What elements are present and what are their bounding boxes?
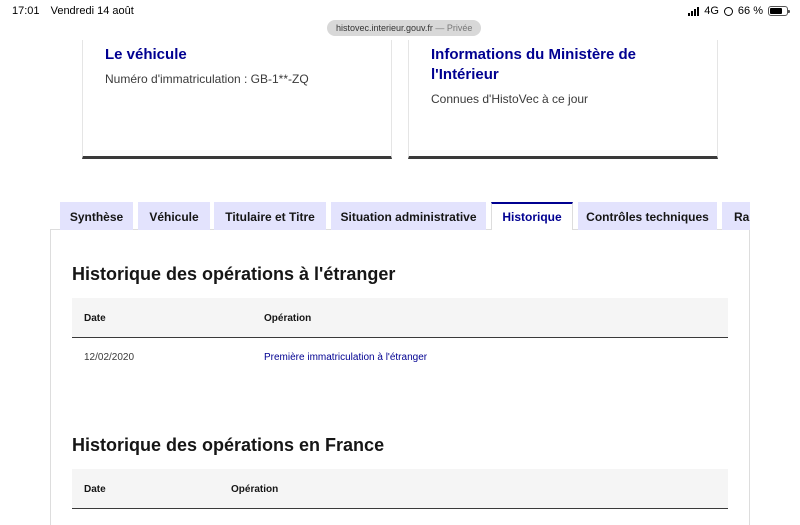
tab-synthese[interactable]: Synthèse [60, 202, 133, 230]
network-label: 4G [704, 5, 719, 17]
battery-percent: 66 % [737, 5, 763, 17]
battery-icon [768, 6, 790, 16]
status-right: 4G 66 % [688, 5, 790, 17]
tab-bar: Synthèse Véhicule Titulaire et Titre Sit… [60, 202, 750, 230]
column-date: Date [84, 313, 106, 324]
url-text: histovec.interieur.gouv.fr [336, 23, 433, 33]
status-date: Vendredi 14 août [50, 5, 134, 17]
tab-rapport[interactable]: Rap [722, 202, 750, 230]
vehicle-card: Le véhicule Numéro d'immatriculation : G… [82, 40, 392, 159]
row-operation-link[interactable]: Première immatriculation à l'étranger [264, 352, 427, 363]
column-operation: Opération [264, 313, 312, 324]
tab-titulaire-titre[interactable]: Titulaire et Titre [214, 202, 326, 230]
ministry-title-line1: Informations du Ministère de [431, 46, 637, 63]
section-title-france: Historique des opérations en France [72, 435, 385, 455]
ministry-card-title: Informations du Ministère de l'Intérieur [431, 45, 695, 85]
registration-number: Numéro d'immatriculation : GB-1**-ZQ [105, 72, 309, 86]
ministry-title-line2: l'Intérieur [431, 66, 499, 83]
table-header-france: Date Opération [72, 469, 728, 509]
vehicle-card-title: Le véhicule [105, 46, 187, 63]
signal-icon [688, 6, 700, 16]
private-mode-label: — Privée [435, 23, 473, 33]
orientation-lock-icon [723, 6, 733, 16]
status-time: 17:01 [12, 5, 40, 17]
row-date: 12/02/2020 [84, 352, 135, 363]
table-header-etranger: Date Opération [72, 298, 728, 338]
column-operation: Opération [231, 484, 279, 495]
status-left: 17:01 Vendredi 14 août [12, 5, 142, 17]
tab-controles-techniques[interactable]: Contrôles techniques [578, 202, 717, 230]
tab-vehicule[interactable]: Véhicule [138, 202, 210, 230]
url-bar[interactable]: histovec.interieur.gouv.fr — Privée [327, 20, 482, 36]
ministry-card: Informations du Ministère de l'Intérieur… [408, 40, 718, 159]
ministry-card-text: Connues d'HistoVec à ce jour [431, 92, 589, 106]
tab-situation-administrative[interactable]: Situation administrative [331, 202, 486, 230]
section-title-etranger: Historique des opérations à l'étranger [72, 264, 396, 284]
column-date: Date [84, 484, 106, 495]
table-row: 12/02/2020 Première immatriculation à l'… [72, 340, 728, 376]
tab-historique[interactable]: Historique [491, 202, 573, 230]
